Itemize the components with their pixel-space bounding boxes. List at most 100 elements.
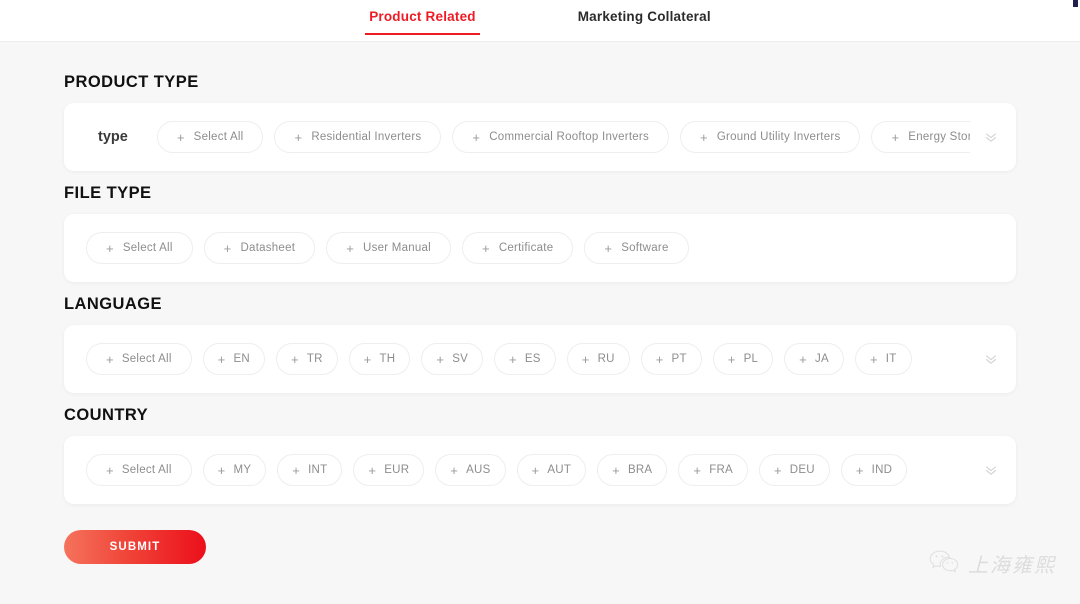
row-label-type: type (98, 129, 128, 145)
plus-icon: + (368, 462, 377, 478)
double-chevron-down-icon[interactable] (982, 350, 1000, 368)
chip-th[interactable]: + TH (348, 343, 411, 375)
chip-select-all[interactable]: + Select All (86, 232, 193, 264)
watermark-text: 上海雍熙 (968, 553, 1056, 577)
tab-marketing-collateral[interactable]: Marketing Collateral (574, 0, 715, 24)
chip-label: Energy Storage Inverters (908, 131, 970, 143)
plus-icon: + (855, 462, 864, 478)
plus-icon: + (294, 129, 303, 145)
plus-icon: + (106, 240, 114, 256)
chip-label: RU (597, 353, 615, 365)
chip-label: Datasheet (240, 242, 296, 254)
section-title: LANGUAGE (64, 295, 163, 313)
tab-product-related[interactable]: Product Related (365, 0, 480, 35)
chip-select-all[interactable]: + Select All (86, 454, 192, 486)
chip-aut[interactable]: + AUT (516, 454, 587, 486)
chip-label: Select All (122, 242, 173, 254)
chip-it[interactable]: + IT (854, 343, 912, 375)
chip-group-country: + Select All + MY + INT + EUR + AUS + AU… (86, 454, 970, 486)
double-chevron-down-icon[interactable] (982, 128, 1000, 146)
plus-icon: + (509, 351, 517, 367)
plus-icon: + (292, 462, 301, 478)
tab-label: Marketing Collateral (577, 9, 711, 24)
chip-label: ES (524, 353, 541, 365)
chip-label: FRA (709, 464, 733, 476)
chip-pl[interactable]: + PL (712, 343, 774, 375)
plus-icon: + (217, 351, 226, 367)
chip-label: User Manual (363, 242, 431, 254)
chip-label: Ground Utility Inverters (716, 131, 841, 143)
chip-ru[interactable]: + RU (566, 343, 630, 375)
chip-deu[interactable]: + DEU (758, 454, 830, 486)
chip-label: IT (885, 353, 897, 365)
chip-select-all[interactable]: + Select All (156, 121, 264, 153)
plus-icon: + (106, 462, 114, 478)
chip-bra[interactable]: + BRA (597, 454, 668, 486)
chip-residential-inverters[interactable]: + Residential Inverters (274, 121, 442, 153)
chip-ind[interactable]: + IND (840, 454, 908, 486)
chip-label: Select All (121, 464, 172, 476)
language-panel: + Select All + EN + TR + TH + SV + ES + … (64, 325, 1016, 393)
chip-label: Certificate (498, 242, 554, 254)
plus-icon: + (891, 129, 900, 145)
chip-pt[interactable]: + PT (640, 343, 702, 375)
chip-fra[interactable]: + FRA (678, 454, 748, 486)
chip-group-product-type: type + Select All + Residential Inverter… (86, 121, 970, 153)
chip-label: EN (233, 353, 250, 365)
chip-datasheet[interactable]: + Datasheet (203, 232, 316, 264)
chip-aus[interactable]: + AUS (435, 454, 506, 486)
chip-tr[interactable]: + TR (275, 343, 338, 375)
chip-energy-storage-inverters[interactable]: + Energy Storage Inverters (871, 121, 970, 153)
chip-label: PL (743, 353, 759, 365)
chip-certificate[interactable]: + Certificate (461, 232, 574, 264)
plus-icon: + (481, 240, 490, 256)
plus-icon: + (363, 351, 372, 367)
chip-ground-utility-inverters[interactable]: + Ground Utility Inverters (680, 121, 861, 153)
section-file-type: FILE TYPE + Select All + Datasheet + Use… (64, 184, 1016, 282)
section-title: COUNTRY (64, 406, 149, 424)
submit-button[interactable]: SUBMIT (64, 530, 206, 564)
corner-artifact (1073, 0, 1078, 7)
chip-int[interactable]: + INT (277, 454, 343, 486)
chip-label: Select All (193, 131, 244, 143)
chip-label: EUR (384, 464, 410, 476)
chip-label: BRA (627, 464, 653, 476)
chip-my[interactable]: + MY (202, 454, 267, 486)
plus-icon: + (581, 351, 590, 367)
chip-user-manual[interactable]: + User Manual (326, 232, 451, 264)
chip-label: Residential Inverters (311, 131, 422, 143)
chip-commercial-rooftop-inverters[interactable]: + Commercial Rooftop Inverters (452, 121, 669, 153)
plus-icon: + (531, 462, 540, 478)
double-chevron-down-icon[interactable] (982, 461, 1000, 479)
plus-icon: + (799, 351, 808, 367)
chip-en[interactable]: + EN (202, 343, 265, 375)
plus-icon: + (700, 129, 708, 145)
file-type-panel: + Select All + Datasheet + User Manual +… (64, 214, 1016, 282)
chip-sv[interactable]: + SV (421, 343, 484, 375)
chip-label: Commercial Rooftop Inverters (489, 131, 649, 143)
plus-icon: + (450, 462, 459, 478)
chip-label: MY (233, 464, 252, 476)
chip-software[interactable]: + Software (584, 232, 689, 264)
chip-label: TR (306, 353, 323, 365)
section-language: LANGUAGE + Select All + EN + TR + TH + S… (64, 295, 1016, 393)
chip-label: IND (871, 464, 893, 476)
plus-icon: + (612, 462, 620, 478)
chip-ja[interactable]: + JA (784, 343, 844, 375)
wechat-icon (929, 549, 959, 578)
chip-select-all[interactable]: + Select All (86, 343, 192, 375)
tab-label: Product Related (369, 9, 476, 24)
plus-icon: + (693, 462, 702, 478)
section-country: COUNTRY + Select All + MY + INT + EUR + … (64, 406, 1016, 504)
chip-label: TH (379, 353, 396, 365)
plus-icon: + (223, 240, 232, 256)
plus-icon: + (773, 462, 782, 478)
tab-bar: Product Related Marketing Collateral (0, 0, 1080, 42)
section-title: PRODUCT TYPE (64, 73, 199, 91)
plus-icon: + (472, 129, 481, 145)
chip-label: Select All (121, 353, 172, 365)
chip-es[interactable]: + ES (494, 343, 556, 375)
product-type-panel: type + Select All + Residential Inverter… (64, 103, 1016, 171)
chip-eur[interactable]: + EUR (353, 454, 425, 486)
chip-label: INT (308, 464, 328, 476)
